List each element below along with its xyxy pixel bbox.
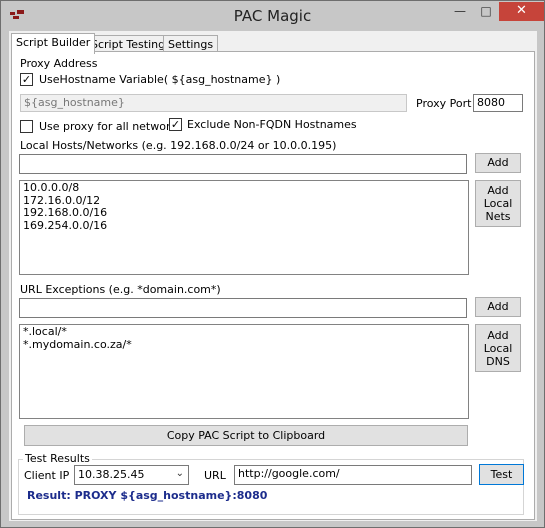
proxy-port-label: Proxy Port [416, 97, 472, 110]
local-networks-label: Local Hosts/Networks (e.g. 192.168.0.0/2… [20, 139, 337, 152]
button-label-line: Local [483, 342, 513, 355]
proxy-address-label: Proxy Address [20, 57, 98, 70]
url-exceptions-list[interactable]: *.local/* *.mydomain.co.za/* [19, 324, 469, 419]
list-item[interactable]: *.mydomain.co.za/* [23, 338, 465, 352]
client-ip-value: 10.38.25.45 [78, 468, 145, 481]
proxy-address-input[interactable]: ${asg_hostname} [20, 94, 407, 112]
minimize-icon[interactable]: — [447, 2, 473, 21]
url-exceptions-label: URL Exceptions (e.g. *domain.com*) [20, 283, 221, 296]
button-label-line: Nets [485, 210, 511, 223]
chevron-down-icon[interactable]: ⌄ [176, 468, 184, 479]
close-icon[interactable]: ✕ [499, 2, 544, 21]
client-ip-label: Client IP [24, 469, 70, 482]
url-exception-input[interactable] [19, 298, 467, 318]
list-item[interactable]: 192.168.0.0/16 [23, 206, 465, 220]
add-local-network-button[interactable]: Add [475, 153, 521, 173]
checkmark-icon: ✓ [170, 118, 181, 131]
checkmark-icon: ✓ [21, 73, 32, 86]
client-ip-select[interactable]: 10.38.25.45 ⌄ [74, 465, 189, 485]
use-hostname-checkbox[interactable]: ✓ [20, 73, 33, 86]
use-proxy-all-networks-checkbox[interactable] [20, 120, 33, 133]
test-button[interactable]: Test [479, 464, 524, 485]
url-label: URL [204, 469, 226, 482]
test-results-label: Test Results [23, 452, 92, 465]
button-label-line: Add [487, 329, 509, 342]
button-label-line: Local [483, 197, 513, 210]
app-window: PAC Magic — □ ✕ Script Builder Script Te… [0, 0, 545, 528]
maximize-icon[interactable]: □ [473, 2, 499, 21]
add-local-dns-button[interactable]: Add Local DNS [475, 324, 521, 372]
add-url-exception-button[interactable]: Add [475, 297, 521, 317]
button-label-line: Add [487, 184, 509, 197]
exclude-fqdn-checkbox[interactable]: ✓ [169, 118, 182, 131]
list-item[interactable]: *.local/* [23, 325, 465, 339]
list-item[interactable]: 10.0.0.0/8 [23, 181, 465, 195]
list-item[interactable]: 169.254.0.0/16 [23, 219, 465, 233]
copy-pac-script-button[interactable]: Copy PAC Script to Clipboard [24, 425, 468, 446]
local-networks-list[interactable]: 10.0.0.0/8 172.16.0.0/12 192.168.0.0/16 … [19, 180, 469, 275]
title-bar[interactable]: PAC Magic — □ ✕ [1, 1, 544, 31]
local-network-input[interactable] [19, 154, 467, 174]
use-hostname-label: UseHostname Variable( ${asg_hostname} ) [39, 73, 281, 86]
test-url-input[interactable]: http://google.com/ [234, 465, 472, 485]
tab-script-builder[interactable]: Script Builder [11, 33, 96, 54]
result-text: Result: PROXY ${asg_hostname}:8080 [27, 489, 268, 502]
proxy-port-input[interactable]: 8080 [473, 94, 523, 112]
script-builder-page: Proxy Address ✓ UseHostname Variable( ${… [11, 51, 535, 520]
exclude-fqdn-label: Exclude Non-FQDN Hostnames [187, 118, 357, 131]
client-area: Script Builder Script Testing Settings P… [9, 31, 537, 521]
add-local-nets-button[interactable]: Add Local Nets [475, 180, 521, 227]
use-proxy-all-networks-label: Use proxy for all networks [39, 120, 183, 133]
button-label-line: DNS [486, 355, 510, 368]
